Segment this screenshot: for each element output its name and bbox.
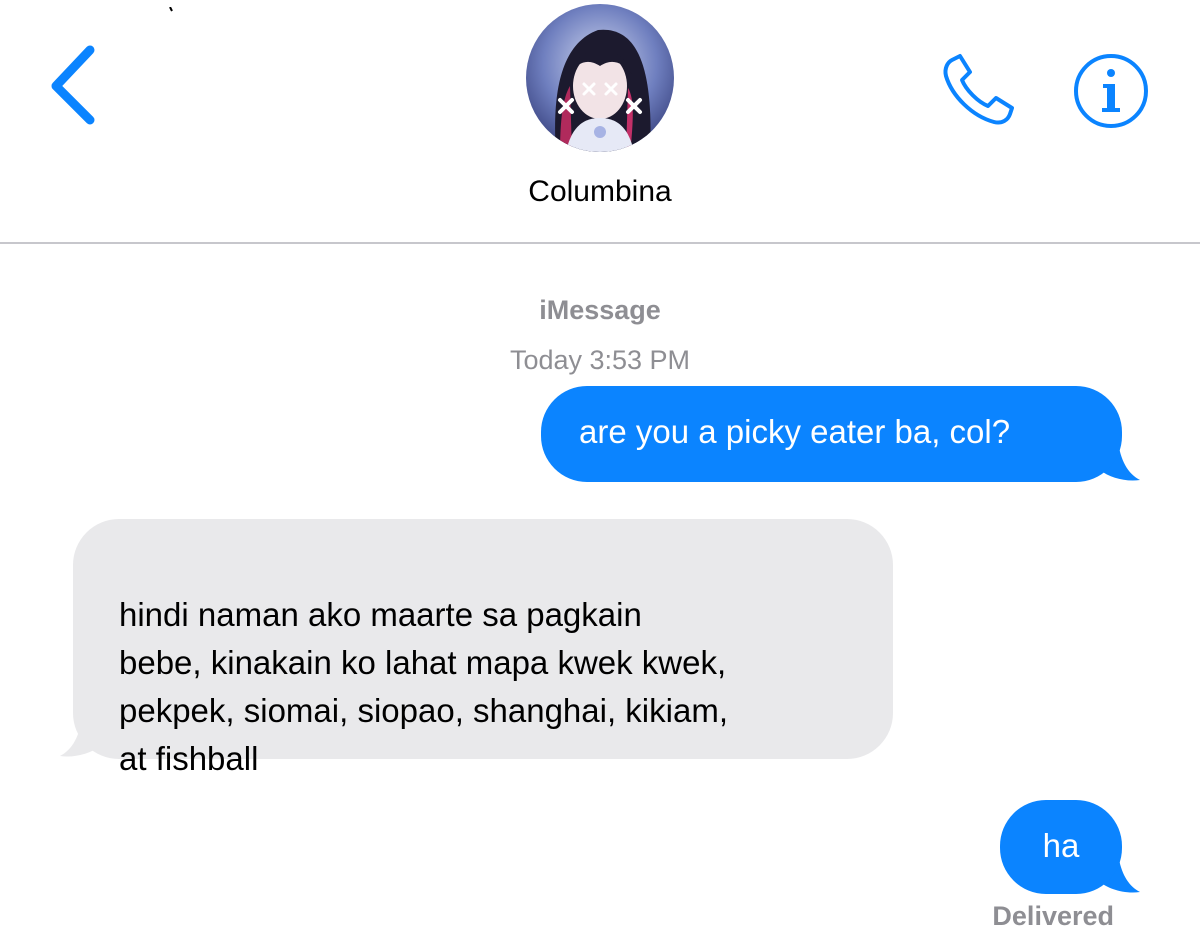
conversation-header: Columbina [0,0,1200,242]
message-text: ha [1042,827,1080,864]
info-button[interactable] [1072,52,1150,130]
phone-icon [943,54,1014,125]
message-timestamp: Today 3:53 PM [509,345,691,375]
message-bubble-outgoing[interactable]: are you a picky eater ba, col? [541,386,1122,482]
contact-avatar[interactable] [526,4,674,152]
header-divider [0,242,1200,244]
status-bar-fragment [150,0,210,12]
message-bubble-outgoing[interactable]: ha [1000,800,1122,894]
back-button[interactable] [38,40,110,130]
message-text: are you a picky eater ba, col? [579,413,1011,450]
message-text: hindi naman ako maarte sa pagkain bebe, … [119,596,728,777]
contact-name[interactable]: Columbina [400,172,800,212]
info-icon [1074,54,1148,128]
message-bubble-incoming[interactable]: hindi naman ako maarte sa pagkain bebe, … [73,519,893,777]
chevron-left-icon [51,45,95,125]
delivery-status: Delivered [992,901,1114,931]
service-label: iMessage [539,295,661,325]
call-button[interactable] [938,52,1022,130]
